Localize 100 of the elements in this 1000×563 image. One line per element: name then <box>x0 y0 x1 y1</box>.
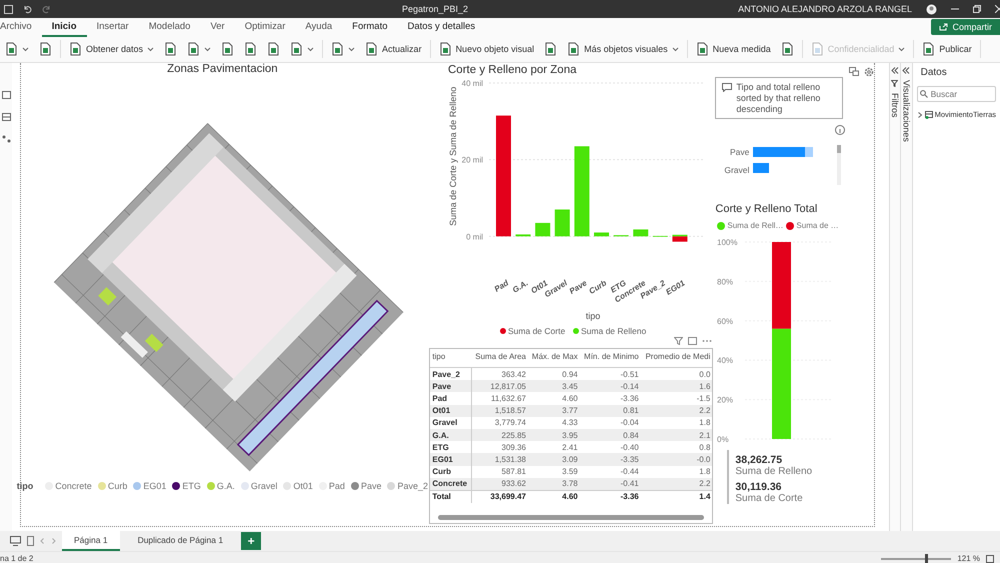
pane-label[interactable]: Filtros <box>890 93 900 118</box>
tick-label: 40 mil <box>462 79 484 88</box>
chart-title: Corte y Relleno por Zona <box>448 64 577 76</box>
document-icon <box>331 42 344 56</box>
column-header[interactable]: Mín. de Minimo <box>580 349 641 368</box>
toolbar-button[interactable]: Actualizar <box>360 40 427 58</box>
info-icon[interactable] <box>835 125 846 136</box>
share-button[interactable]: Compartir <box>931 19 1000 35</box>
table-cell: -3.35 <box>580 453 641 466</box>
ribbon-tab[interactable]: Insertar <box>86 18 139 36</box>
document-icon <box>780 42 794 56</box>
table-cell: -0.44 <box>580 466 641 478</box>
close-icon[interactable] <box>995 5 1000 13</box>
ribbon-tab[interactable]: Ayuda <box>295 18 342 36</box>
document-icon <box>544 42 558 56</box>
collapse-icon[interactable] <box>890 67 899 74</box>
mini-bar-drawing <box>753 145 816 176</box>
table-cell: 0.8 <box>640 441 712 454</box>
search-field[interactable]: Buscar <box>916 86 996 102</box>
table-cell: 1.8 <box>640 416 712 429</box>
table-cell: 0.84 <box>580 428 641 442</box>
tick-label: 100% <box>717 238 738 248</box>
ribbon-tab[interactable]: Archivo <box>0 18 42 36</box>
ribbon-tab[interactable]: Modelado <box>138 18 200 36</box>
ribbon-tab[interactable]: Ver <box>200 18 235 36</box>
more-options-icon[interactable] <box>702 337 712 345</box>
pane-label[interactable]: Visualizaciones <box>901 80 912 142</box>
avatar-icon[interactable] <box>926 4 937 14</box>
search-icon <box>920 90 928 98</box>
table-cell: 0.81 <box>580 404 641 417</box>
table-cell-text: -3.36 <box>619 392 640 405</box>
table-cell: 3.78 <box>528 478 580 490</box>
column-header[interactable]: tipo <box>430 349 472 368</box>
column-header[interactable]: Promedio de Medi <box>640 349 712 368</box>
add-page-button[interactable]: + <box>241 532 262 550</box>
qa-suggestion[interactable]: Tipo and total relleno sorted by that relleno descending <box>715 77 844 120</box>
document-icon <box>221 42 234 56</box>
legend-item: Gravel <box>240 481 278 491</box>
toolbar-button[interactable]: Publicar <box>917 40 977 58</box>
share-icon[interactable] <box>849 67 860 76</box>
ribbon-tab[interactable]: Optimizar <box>234 18 296 36</box>
slider-thumb[interactable] <box>924 554 928 563</box>
toolbar-button[interactable]: Más objetos visuales <box>562 40 684 58</box>
user-name: ANTONIO ALEJANDRO ARZOLA RANGEL <box>738 4 912 14</box>
toolbar-button[interactable]: Nueva medida <box>690 40 776 58</box>
axis-title: tipo <box>586 311 601 321</box>
table-cell: 11,632.67 <box>471 392 528 405</box>
toolbar-button[interactable]: Nuevo objeto visual <box>434 40 540 58</box>
page-tab[interactable]: Duplicado de Página 1 <box>126 531 236 551</box>
scrollbar[interactable] <box>438 515 704 520</box>
total-cell: 33,699.47 <box>471 490 528 504</box>
save-icon[interactable] <box>4 4 13 14</box>
legend-item: Curb <box>98 481 128 491</box>
document-icon <box>244 42 258 56</box>
document-icon <box>922 42 936 56</box>
collapse-icon[interactable] <box>902 67 910 74</box>
category-label: Pave <box>568 278 589 296</box>
focus-mode-icon[interactable] <box>688 337 698 345</box>
model-view-icon[interactable] <box>2 135 11 143</box>
column-header[interactable]: Suma de Area <box>471 349 528 368</box>
table-view-icon[interactable] <box>2 113 11 121</box>
table-cell: 3.09 <box>528 453 580 466</box>
page-indicator: na 1 de 2 <box>0 554 34 563</box>
undo-icon[interactable] <box>23 4 32 14</box>
share-icon <box>939 23 948 31</box>
filter-icon[interactable] <box>674 337 684 345</box>
legend-item: Suma de Corte <box>500 326 566 336</box>
ribbon-tab[interactable]: Formato <box>342 18 398 36</box>
redo-icon[interactable] <box>42 4 51 14</box>
table-cell: Ot01 <box>430 404 472 417</box>
scrollbar[interactable] <box>837 145 842 186</box>
ribbon-tab[interactable]: Datos y detalles <box>398 18 486 36</box>
document-icon <box>567 42 580 56</box>
table-cell: 2.2 <box>640 478 712 490</box>
table-cell: 0.0 <box>640 368 712 380</box>
document-icon <box>438 42 452 56</box>
phone-icon[interactable] <box>27 536 34 546</box>
fit-page-icon[interactable] <box>986 554 994 562</box>
table-icon <box>924 110 933 118</box>
table-cell: EG01 <box>430 453 472 466</box>
caret-icon <box>307 46 314 52</box>
table-cell: -0.41 <box>580 478 641 490</box>
legend-item: Pave <box>350 481 382 491</box>
report-view-icon[interactable] <box>2 91 11 99</box>
column-header[interactable]: Máx. de Max <box>528 349 580 368</box>
table-cell: 309.36 <box>471 441 528 454</box>
restore-icon[interactable] <box>973 5 981 13</box>
legend-item: Pave_2 <box>387 481 428 491</box>
document-icon <box>696 42 709 56</box>
total-cell: 4.60 <box>528 490 580 504</box>
card-label: Suma de Corte <box>735 493 804 504</box>
toolbar-button[interactable]: Obtener datos <box>64 40 160 58</box>
caret-icon <box>898 46 906 52</box>
legend-item: EG01 <box>133 481 166 491</box>
settings-icon[interactable] <box>864 67 874 77</box>
filter-icon <box>891 80 898 87</box>
table-cell: 3.95 <box>528 428 580 442</box>
desktop-icon[interactable] <box>10 536 21 546</box>
page-tab[interactable]: Página 1 <box>62 531 120 551</box>
document-icon <box>290 42 304 56</box>
